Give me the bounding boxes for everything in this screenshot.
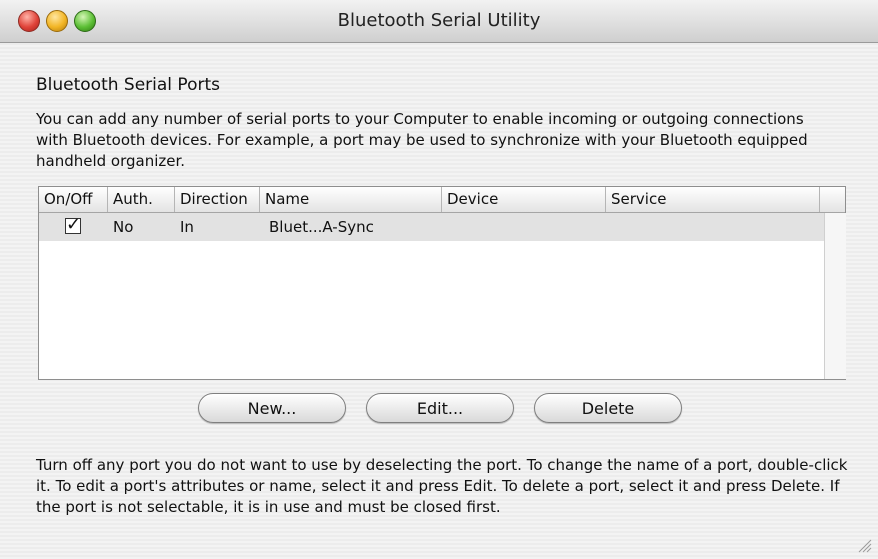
column-header-auth[interactable]: Auth. [108, 187, 175, 212]
auth-cell: No [113, 218, 134, 236]
section-description: You can add any number of serial ports t… [36, 110, 808, 170]
direction-cell: In [180, 218, 194, 236]
resize-grip-icon[interactable] [854, 535, 872, 553]
column-header-device[interactable]: Device [442, 187, 606, 212]
window-content: Bluetooth Serial Ports You can add any n… [0, 43, 878, 559]
delete-port-button[interactable]: Delete [534, 393, 682, 423]
column-header-name[interactable]: Name [260, 187, 442, 212]
edit-port-button[interactable]: Edit... [366, 393, 514, 423]
column-header-service[interactable]: Service [606, 187, 820, 212]
new-port-button[interactable]: New... [198, 393, 346, 423]
window-title: Bluetooth Serial Utility [337, 10, 541, 31]
vertical-scrollbar[interactable] [824, 213, 846, 379]
name-cell: Bluet...A-Sync [269, 218, 374, 236]
help-text: Turn off any port you do not want to use… [36, 456, 848, 516]
bluetooth-serial-utility-window: Bluetooth Serial Utility Bluetooth Seria… [0, 0, 878, 559]
serial-ports-table: On/Off Auth. Direction Name Device Servi… [38, 186, 846, 380]
column-header-on-off[interactable]: On/Off [39, 187, 108, 212]
table-row[interactable]: ✓ No In Bluet...A-Sync [39, 213, 824, 241]
port-enabled-checkbox[interactable]: ✓ [65, 216, 81, 234]
title-bar: Bluetooth Serial Utility [0, 0, 878, 43]
table-header: On/Off Auth. Direction Name Device Servi… [39, 187, 845, 213]
column-header-direction[interactable]: Direction [175, 187, 260, 212]
section-heading: Bluetooth Serial Ports [36, 75, 220, 95]
